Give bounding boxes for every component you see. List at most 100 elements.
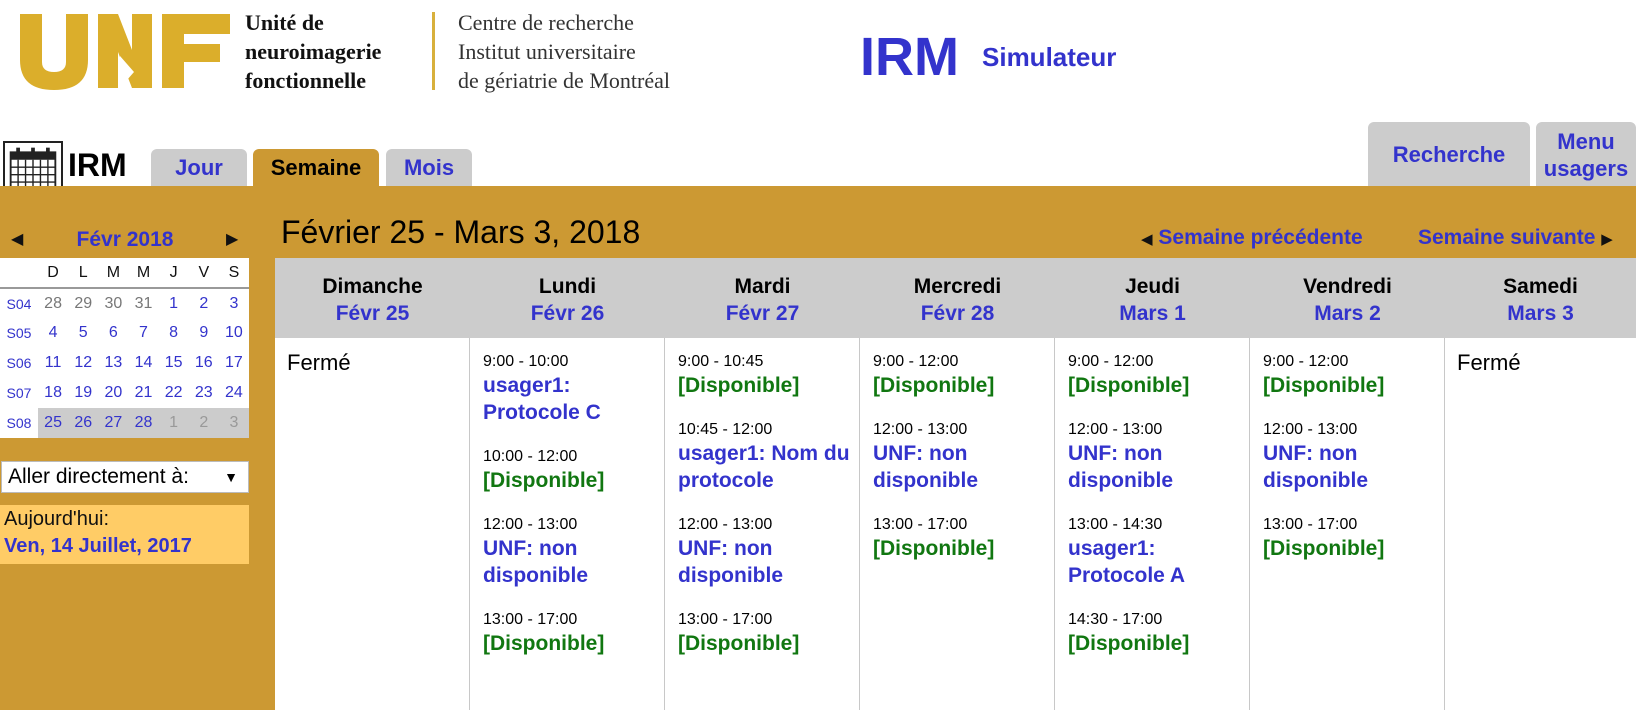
mini-day[interactable]: 6: [98, 318, 128, 348]
booking-link[interactable]: usager1: Nom du protocole: [678, 440, 859, 494]
day-name: Mercredi: [913, 275, 1002, 298]
mini-day[interactable]: 9: [189, 318, 219, 348]
mini-day[interactable]: 10: [219, 318, 249, 348]
mini-day[interactable]: 18: [38, 378, 68, 408]
mini-prev-month[interactable]: ◀: [11, 229, 23, 249]
day-date-link[interactable]: Mars 3: [1445, 300, 1636, 327]
mini-week-row: S05 4 5 6 7 8 9 10: [0, 318, 249, 348]
available-slot-link[interactable]: [Disponible]: [678, 630, 859, 657]
mini-day[interactable]: 7: [128, 318, 158, 348]
mini-day[interactable]: 2: [189, 288, 219, 318]
slot-time: 9:00 - 12:00: [873, 353, 959, 370]
tab-semaine[interactable]: Semaine: [253, 149, 379, 187]
week-number-link[interactable]: S04: [0, 288, 38, 318]
day-date-link[interactable]: Mars 1: [1055, 300, 1250, 327]
mini-day[interactable]: 17: [219, 348, 249, 378]
available-slot-link[interactable]: [Disponible]: [1068, 372, 1249, 399]
mini-day[interactable]: 5: [68, 318, 98, 348]
mini-day[interactable]: 11: [38, 348, 68, 378]
time-slot: 13:00 - 17:00 [Disponible]: [1263, 515, 1444, 562]
day-column-mercredi: 9:00 - 12:00 [Disponible] 12:00 - 13:00 …: [860, 338, 1055, 710]
booking-link[interactable]: usager1: Protocole A: [1068, 535, 1249, 589]
users-menu-button[interactable]: Menu usagers: [1536, 122, 1636, 187]
tab-jour[interactable]: Jour: [151, 149, 247, 187]
previous-week-link[interactable]: ◀ Semaine précédente: [1141, 226, 1363, 250]
day-header-mercredi: Mercredi Févr 28: [860, 258, 1055, 338]
mini-day[interactable]: 1: [158, 408, 189, 438]
mini-day[interactable]: 2: [188, 408, 219, 438]
mini-day[interactable]: 16: [189, 348, 219, 378]
slot-time: 12:00 - 13:00: [873, 421, 968, 438]
available-slot-link[interactable]: [Disponible]: [678, 372, 859, 399]
mini-day[interactable]: 26: [68, 408, 99, 438]
booking-link[interactable]: UNF: non disponible: [873, 440, 1054, 494]
mini-day[interactable]: 13: [98, 348, 128, 378]
mini-day[interactable]: 27: [98, 408, 129, 438]
mini-day[interactable]: 8: [159, 318, 189, 348]
slot-time: 9:00 - 10:00: [483, 353, 569, 370]
available-slot-link[interactable]: [Disponible]: [483, 630, 664, 657]
mini-week-row: S04 28 29 30 31 1 2 3: [0, 288, 249, 318]
time-slot: 13:00 - 14:30 usager1: Protocole A: [1068, 515, 1249, 589]
mini-day[interactable]: 1: [159, 288, 189, 318]
week-number-link[interactable]: S05: [0, 318, 38, 348]
time-slot: 12:00 - 13:00 UNF: non disponible: [678, 515, 859, 589]
available-slot-link[interactable]: [Disponible]: [483, 467, 664, 494]
booking-link[interactable]: usager1: Protocole C: [483, 372, 664, 426]
mini-day[interactable]: 20: [98, 378, 128, 408]
next-week-link[interactable]: Semaine suivante ▶: [1418, 226, 1613, 250]
mini-day[interactable]: 4: [38, 318, 68, 348]
time-slot: 12:00 - 13:00 UNF: non disponible: [483, 515, 664, 589]
mini-day[interactable]: 28: [38, 288, 68, 318]
mini-week-row-current: S08 25 26 27 28 1 2 3: [0, 408, 249, 438]
mini-day[interactable]: 3: [219, 288, 249, 318]
booking-link[interactable]: UNF: non disponible: [483, 535, 664, 589]
day-date-link[interactable]: Févr 28: [860, 300, 1055, 327]
mini-day[interactable]: 24: [219, 378, 249, 408]
mini-day[interactable]: 19: [68, 378, 98, 408]
org-name: Unité de neuroimagerie fonctionnelle: [245, 10, 382, 93]
mini-day[interactable]: 29: [68, 288, 98, 318]
mini-day[interactable]: 28: [128, 408, 159, 438]
time-slot: 9:00 - 10:00 usager1: Protocole C: [483, 352, 664, 426]
booking-link[interactable]: UNF: non disponible: [1068, 440, 1249, 494]
booking-link[interactable]: UNF: non disponible: [1263, 440, 1444, 494]
search-button[interactable]: Recherche: [1368, 122, 1530, 187]
mini-day[interactable]: 12: [68, 348, 98, 378]
day-date-link[interactable]: Févr 25: [275, 300, 470, 327]
day-date-link[interactable]: Févr 27: [665, 300, 860, 327]
today-link[interactable]: Ven, 14 Juillet, 2017: [4, 533, 249, 559]
mini-day[interactable]: 30: [98, 288, 128, 318]
mini-week-row: S06 11 12 13 14 15 16 17: [0, 348, 249, 378]
available-slot-link[interactable]: [Disponible]: [1068, 630, 1249, 657]
slot-time: 9:00 - 12:00: [1263, 353, 1349, 370]
day-header-vendredi: Vendredi Mars 2: [1250, 258, 1445, 338]
mini-day[interactable]: 15: [159, 348, 189, 378]
dropdown-arrow-icon: ▼: [224, 469, 238, 485]
day-date-link[interactable]: Mars 2: [1250, 300, 1445, 327]
mini-day[interactable]: 31: [128, 288, 158, 318]
day-date-link[interactable]: Févr 26: [470, 300, 665, 327]
week-number-link[interactable]: S08: [0, 408, 38, 438]
mini-next-month[interactable]: ▶: [226, 229, 238, 249]
mini-calendar: D L M M J V S S04 28 29 30 31 1 2 3 S05 …: [0, 258, 249, 438]
mini-day[interactable]: 21: [128, 378, 158, 408]
mini-day[interactable]: 25: [38, 408, 69, 438]
mini-month-label[interactable]: Févr 2018: [60, 228, 190, 252]
week-number-link[interactable]: S07: [0, 378, 38, 408]
slot-time: 14:30 - 17:00: [1068, 611, 1163, 628]
mini-day[interactable]: 14: [128, 348, 158, 378]
available-slot-link[interactable]: [Disponible]: [873, 535, 1054, 562]
available-slot-link[interactable]: [Disponible]: [1263, 372, 1444, 399]
available-slot-link[interactable]: [Disponible]: [873, 372, 1054, 399]
booking-link[interactable]: UNF: non disponible: [678, 535, 859, 589]
goto-select[interactable]: Aller directement à: ▼: [1, 461, 249, 493]
logo-divider: [432, 12, 435, 90]
mini-day[interactable]: 23: [189, 378, 219, 408]
available-slot-link[interactable]: [Disponible]: [1263, 535, 1444, 562]
mini-day[interactable]: 22: [159, 378, 189, 408]
week-number-link[interactable]: S06: [0, 348, 38, 378]
tab-mois[interactable]: Mois: [386, 149, 472, 187]
mini-day[interactable]: 3: [218, 408, 249, 438]
mini-week-row: S07 18 19 20 21 22 23 24: [0, 378, 249, 408]
